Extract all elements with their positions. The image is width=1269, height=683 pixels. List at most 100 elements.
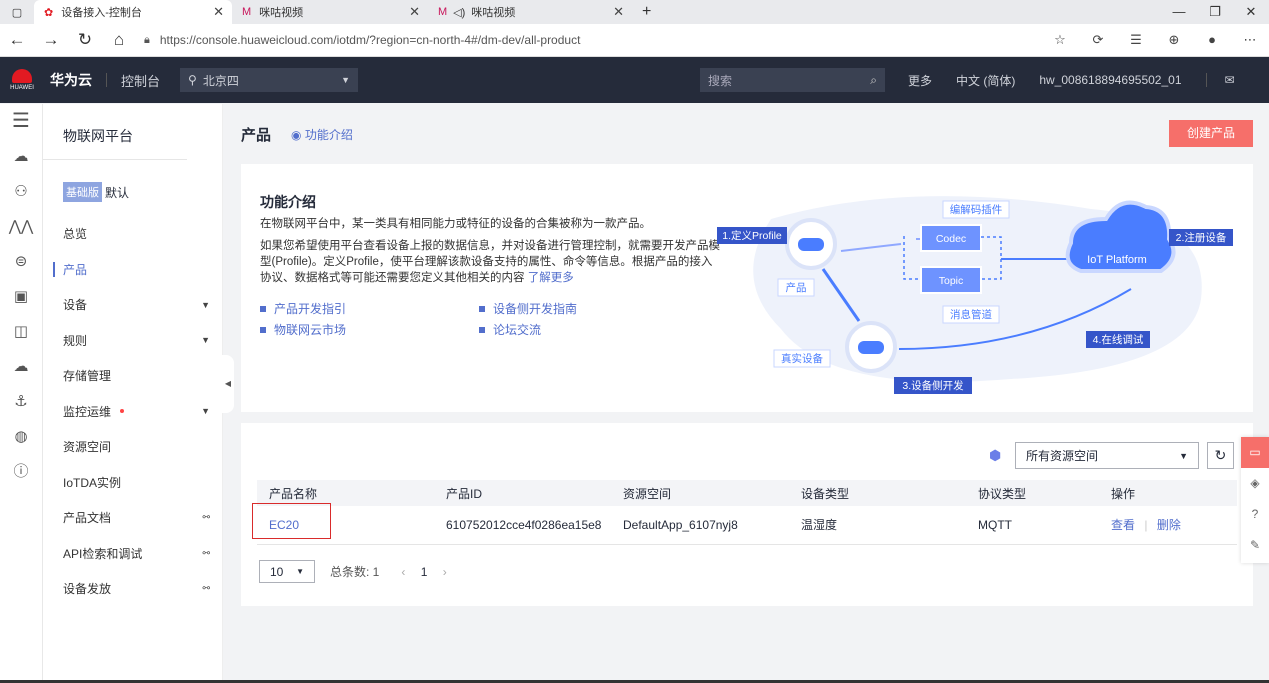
server-icon[interactable]: ◫ (0, 314, 42, 349)
sidebar-item-provisioning[interactable]: 设备发放 ⚯ (43, 571, 222, 607)
huawei-favicon-icon: ✿ (44, 6, 54, 19)
close-tab-icon[interactable]: ✕ (213, 4, 224, 20)
favorites-icon[interactable]: ☰ (1117, 32, 1155, 48)
bullet-icon (479, 326, 485, 333)
sidebar-item-monitoring[interactable]: 监控运维 ▼ (43, 394, 222, 430)
create-product-button[interactable]: 创建产品 (1169, 120, 1253, 147)
menu-icon[interactable]: ☰ (0, 104, 42, 139)
sidebar-item-overview[interactable]: 总览 (43, 216, 222, 252)
sidebar-item-resource-space[interactable]: 资源空间 (43, 429, 222, 465)
search-icon[interactable]: ⌕ (870, 73, 877, 88)
prev-page-icon[interactable]: ‹ (401, 565, 405, 579)
storage-icon[interactable]: ▣ (0, 279, 42, 314)
tab-migu-1[interactable]: M 咪咕视频 ✕ (232, 0, 428, 24)
diagram-product-label: 产品 (786, 281, 807, 294)
next-page-icon[interactable]: › (443, 565, 447, 579)
close-tab-icon[interactable]: ✕ (613, 4, 624, 20)
brand-name[interactable]: 华为云 (50, 70, 92, 90)
more-menu[interactable]: 更多 (908, 72, 932, 89)
sidebar-item-iotda-instance[interactable]: IoTDA实例 (43, 465, 222, 501)
table-row: EC20 610752012cce4f0286ea15e8 DefaultApp… (257, 506, 1237, 545)
protocol-type: MQTT (966, 506, 1099, 545)
sidebar-item-docs[interactable]: 产品文档 ⚯ (43, 500, 222, 536)
mail-icon[interactable]: ✉ (1225, 73, 1235, 87)
language-menu[interactable]: 中文 (简体) (956, 72, 1015, 89)
monitor-icon[interactable]: ⋀⋀ (0, 209, 42, 244)
maximize-icon[interactable]: ❐ (1197, 0, 1233, 24)
resource-space-select[interactable]: 所有资源空间 ▼ (1015, 442, 1199, 469)
eye-icon: ◉ (291, 127, 302, 142)
cloud-icon[interactable]: ☁ (0, 139, 42, 174)
window-close-icon[interactable]: ✕ (1233, 0, 1269, 24)
tab-actions-icon[interactable]: ▢ (0, 0, 34, 24)
feedback-icon[interactable]: ▭ (1241, 437, 1269, 468)
edition-selector[interactable]: 基础版 默认 (43, 160, 222, 204)
back-icon[interactable]: ← (0, 30, 34, 50)
product-workflow-diagram: 1.定义Profile 2.注册设备 3.设备侧开发 4.在线调试 编解码插件 … (717, 196, 1233, 394)
service-icon[interactable]: ◈ (1241, 468, 1269, 499)
product-list-card: ⬢ 所有资源空间 ▼ ↻ 产品名称 产品ID 资源空间 设备类型 协议类型 操作… (241, 423, 1253, 606)
page-number[interactable]: 1 (421, 565, 428, 579)
page-size-select[interactable]: 10 ▼ (259, 560, 315, 583)
home-icon[interactable]: ⌂ (102, 30, 136, 50)
edit-icon[interactable]: ✎ (1241, 530, 1269, 561)
caret-down-icon: ▼ (341, 75, 351, 85)
anchor-icon[interactable]: ⚓︎ (0, 384, 42, 419)
console-link[interactable]: 控制台 (121, 71, 160, 90)
cube-icon: ⬢ (989, 447, 1002, 463)
collapse-sidebar-button[interactable]: ◀ (222, 355, 234, 413)
intro-heading: 功能介绍 (260, 194, 316, 210)
edition-label: 默认 (105, 185, 130, 200)
minimize-icon[interactable]: — (1161, 0, 1197, 24)
divider (106, 73, 107, 87)
url-field[interactable]: 🔒︎ https://console.huaweicloud.com/iotdm… (144, 28, 1024, 52)
feature-intro-link[interactable]: ◉ 功能介绍 (291, 126, 353, 143)
sidebar-title: 物联网平台 (43, 104, 187, 160)
sidebar-item-product[interactable]: 产品 (43, 252, 222, 288)
favorite-add-icon[interactable]: ☆ (1041, 32, 1079, 48)
diagram-codec-label: Codec (936, 233, 966, 245)
tab-title: 咪咕视频 (471, 7, 516, 19)
profile-icon[interactable]: ● (1193, 32, 1231, 48)
tab-migu-2[interactable]: M ◁) 咪咕视频 ✕ (428, 0, 632, 24)
caret-down-icon: ▼ (1179, 450, 1188, 461)
sidebar-item-storage[interactable]: 存储管理 (43, 358, 222, 394)
huawei-logo[interactable]: HUAWEI (0, 69, 44, 91)
more-icon[interactable]: ⋯ (1231, 32, 1269, 48)
sidebar-item-api-explorer[interactable]: API检索和调试 ⚯ (43, 536, 222, 572)
migu-favicon-icon: M (438, 6, 448, 18)
help-icon[interactable]: ? (1241, 499, 1269, 530)
forward-icon[interactable]: → (34, 30, 68, 50)
product-id: 610752012cce4f0286ea15e8 (434, 506, 611, 545)
extensions-icon[interactable]: ⟳ (1079, 32, 1117, 48)
account-menu[interactable]: hw_008618894695502_01 (1039, 73, 1181, 87)
link-product-dev-guide[interactable]: 产品开发指引 (260, 298, 346, 319)
external-link-icon: ⚯ (202, 547, 210, 558)
learn-more-link[interactable]: 了解更多 (528, 272, 574, 284)
divider: | (1144, 518, 1148, 533)
globe-icon[interactable]: ◍ (0, 419, 42, 454)
new-tab-button[interactable]: + (632, 0, 661, 24)
ip-icon[interactable]: ⓘ (0, 454, 42, 489)
refresh-button[interactable]: ↻ (1207, 442, 1234, 469)
delete-link[interactable]: 删除 (1157, 518, 1181, 532)
view-link[interactable]: 查看 (1111, 518, 1135, 532)
reload-icon[interactable]: ↻ (68, 30, 102, 50)
link-iot-marketplace[interactable]: 物联网云市场 (260, 319, 346, 340)
tab-console[interactable]: ✿ 设备接入-控制台 ✕ (34, 0, 232, 24)
header-search-input[interactable]: 搜索 ⌕ (700, 68, 885, 92)
notification-dot (120, 409, 125, 414)
sidebar-item-device[interactable]: 设备 ▼ (43, 287, 222, 323)
link-forum[interactable]: 论坛交流 (479, 319, 577, 340)
region-selector[interactable]: ⚲ 北京四 ▼ (180, 68, 359, 92)
column-header: 操作 (1099, 480, 1237, 506)
column-header: 协议类型 (966, 480, 1099, 506)
link-device-dev-guide[interactable]: 设备侧开发指南 (479, 298, 577, 319)
cloud-service-icon[interactable]: ☁ (0, 349, 42, 384)
close-tab-icon[interactable]: ✕ (409, 4, 420, 20)
collections-icon[interactable]: ⊕ (1155, 32, 1193, 48)
sidebar-item-rules[interactable]: 规则 ▼ (43, 323, 222, 359)
database-icon[interactable]: ⊜ (0, 244, 42, 279)
speaker-icon: ◁) (453, 6, 466, 19)
network-icon[interactable]: ⚇ (0, 174, 42, 209)
